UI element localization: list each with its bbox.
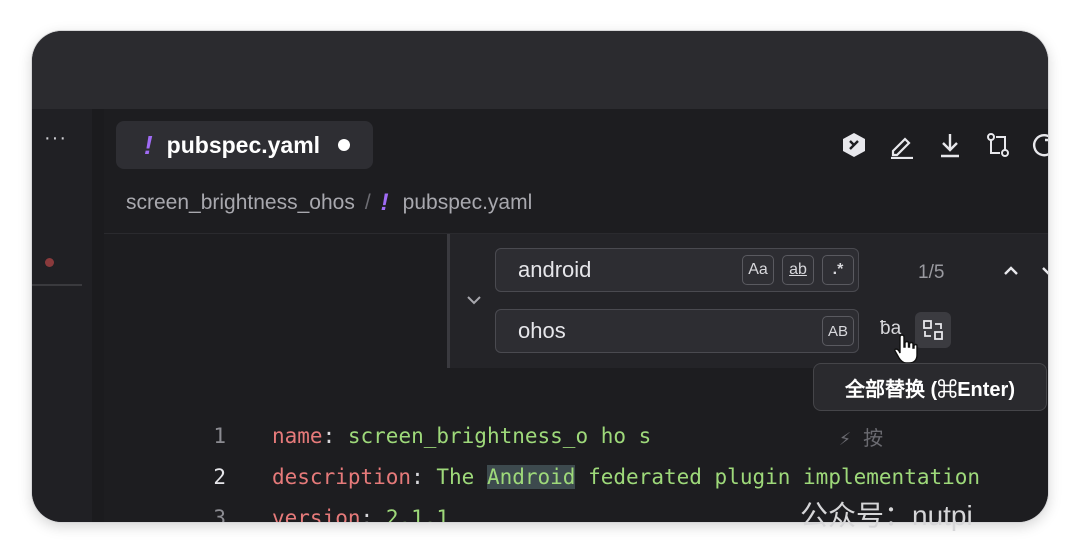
whole-word-button[interactable]: ab [782, 255, 814, 285]
app-window: ··· ! pubspec.yaml screen_brightness_oho… [32, 31, 1048, 522]
line-number: 2 [213, 465, 226, 489]
yaml-key: name [272, 424, 323, 448]
whole-word-label: ab [789, 261, 807, 278]
compare-icon[interactable] [984, 131, 1012, 159]
title-bar [32, 31, 1048, 109]
yaml-colon: : [360, 506, 374, 522]
unsaved-dot-icon[interactable] [338, 139, 351, 151]
edit-icon[interactable] [888, 131, 916, 159]
breadcrumb-folder[interactable]: screen_brightness_ohos [126, 191, 355, 215]
yaml-colon: : [322, 424, 336, 448]
yaml-key: version [272, 506, 361, 522]
yaml-file-icon: ! [380, 189, 389, 216]
regex-button[interactable]: .* [822, 255, 854, 285]
preserve-case-label: AB [827, 322, 848, 340]
replace-all-button[interactable] [915, 312, 951, 348]
chevron-up-icon[interactable] [1002, 262, 1020, 280]
tab-label: pubspec.yaml [166, 131, 321, 158]
yaml-file-icon: ! [144, 129, 153, 160]
line-number: 1 [213, 424, 226, 448]
download-icon[interactable] [936, 131, 964, 159]
watermark: 公众号：nutpi [800, 500, 973, 531]
chevron-down-icon[interactable] [1040, 262, 1048, 280]
replace-all-icon [923, 320, 943, 340]
breadcrumb-file[interactable]: pubspec.yaml [403, 191, 533, 215]
breadcrumb: screen_brightness_ohos / ! pubspec.yaml [126, 189, 532, 217]
find-replace-widget: android Aa ab .* 1/5 ohos AB ƀa [447, 234, 1048, 368]
cube-icon[interactable] [840, 131, 868, 159]
search-input-value: android [518, 257, 592, 282]
more-button[interactable]: ··· [44, 127, 67, 150]
code-content: name: screen_brightness_o ho s [272, 424, 651, 448]
modified-indicator [45, 258, 54, 267]
editor-area: ! pubspec.yaml screen_brightness_ohos / … [104, 109, 1048, 522]
breadcrumb-separator: / [364, 191, 371, 214]
side-panel-divider [32, 284, 82, 286]
yaml-value: federated plugin implementation [575, 465, 981, 489]
yaml-value: The [423, 465, 487, 489]
code-line[interactable]: 2 description: The Android federated plu… [104, 457, 1048, 497]
match-count: 1/5 [918, 262, 945, 283]
match-case-button[interactable]: Aa [742, 255, 774, 285]
code-content: description: The Android federated plugi… [272, 465, 980, 489]
replace-input-value: ohos [518, 318, 566, 343]
refresh-icon[interactable] [1030, 131, 1048, 159]
code-content: version: 2.1.1 [272, 506, 449, 522]
line-number: 3 [213, 506, 226, 522]
yaml-colon: : [411, 465, 424, 489]
hand-cursor-icon [894, 334, 918, 364]
regex-label: .* [832, 261, 844, 278]
preserve-case-button[interactable]: AB [822, 316, 854, 346]
tab-bar: ! pubspec.yaml [104, 109, 1048, 185]
side-panel [32, 109, 92, 522]
code-line[interactable]: 1 name: screen_brightness_o ho s ⚡ 按 [104, 416, 1048, 456]
replace-input[interactable]: ohos [495, 309, 859, 353]
chevron-down-icon[interactable] [464, 290, 484, 310]
yaml-key: description [272, 465, 412, 489]
search-match-highlight: Android [486, 465, 576, 489]
yaml-value: 2.1.1 [373, 506, 450, 522]
match-case-label: Aa [748, 261, 768, 278]
yaml-value: screen_brightness_o ho s [335, 424, 652, 448]
tab-pubspec[interactable]: ! pubspec.yaml [116, 121, 373, 169]
inline-hint: ⚡ 按 [839, 425, 884, 450]
replace-all-tooltip: 全部替换 (⌘Enter) [813, 363, 1047, 411]
